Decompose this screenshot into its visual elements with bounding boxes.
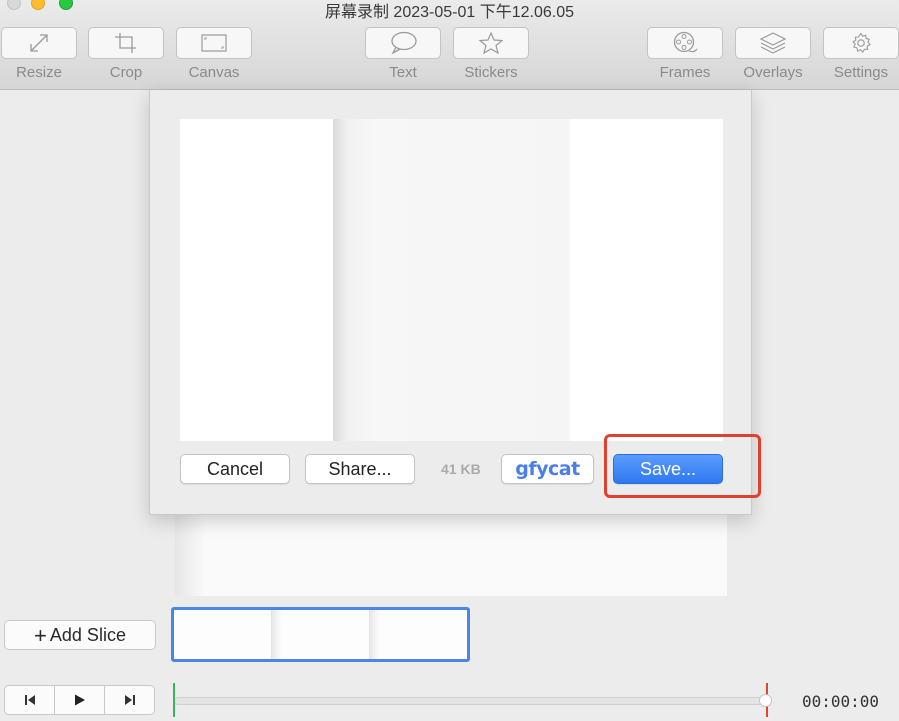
playback-controls [4,685,155,715]
stickers-icon [479,32,503,54]
playhead-knob[interactable] [759,694,772,707]
toolbar-overlays[interactable]: Overlays [734,27,812,81]
toolbar-canvas[interactable]: Canvas [175,27,253,81]
timeline-scrubber[interactable] [172,683,772,717]
save-highlight-annotation [604,434,761,498]
canvas-icon [201,34,227,52]
overlays-label: Overlays [743,64,803,81]
timecode-display: 00:00:00 [802,692,880,711]
text-icon [391,31,417,55]
gfycat-upload-button[interactable]: gfycat [501,454,594,484]
resize-button[interactable] [1,27,77,59]
plus-icon: + [34,623,47,648]
slice-thumbnail[interactable] [174,610,272,659]
text-button[interactable] [365,27,441,59]
add-slice-label: Add Slice [49,625,126,645]
canvas-label: Canvas [188,64,240,81]
skip-back-button[interactable] [5,686,55,714]
frames-button[interactable] [647,27,723,59]
title-toolbar: 屏幕录制 2023-05-01 下午12.06.05 Resize Crop C… [0,0,899,90]
frames-label: Frames [659,64,711,81]
toolbar-resize[interactable]: Resize [0,27,78,81]
frames-icon [673,31,698,53]
editor-canvas-preview [175,514,727,596]
timeline-track[interactable] [174,697,766,705]
overlays-icon [759,32,787,54]
crop-icon [115,33,136,53]
gfycat-logo: gfycat [515,458,580,480]
toolbar-text[interactable]: Text [364,27,442,81]
file-size-label: 41 KB [441,461,481,477]
stickers-label: Stickers [464,64,518,81]
preview-frame-content [333,119,570,441]
skip-back-icon [24,695,35,705]
skip-forward-icon [124,695,135,705]
toolbar-stickers[interactable]: Stickers [452,27,530,81]
slice-strip[interactable] [171,607,470,662]
overlays-button[interactable] [735,27,811,59]
canvas-button[interactable] [176,27,252,59]
settings-label: Settings [833,64,889,81]
resize-icon [30,34,48,52]
cancel-button[interactable]: Cancel [180,454,290,484]
text-label: Text [389,64,417,81]
toolbar-frames[interactable]: Frames [646,27,724,81]
slice-thumbnail[interactable] [272,610,370,659]
crop-label: Crop [109,64,143,81]
skip-forward-button[interactable] [105,686,154,714]
toolbar-crop[interactable]: Crop [87,27,165,81]
play-icon [74,694,85,706]
export-preview [180,119,723,441]
add-slice-button[interactable]: + Add Slice [4,620,156,650]
window-title: 屏幕录制 2023-05-01 下午12.06.05 [324,4,575,21]
slice-thumbnail[interactable] [370,610,467,659]
share-button[interactable]: Share... [305,454,415,484]
crop-button[interactable] [88,27,164,59]
stickers-button[interactable] [453,27,529,59]
play-button[interactable] [55,686,105,714]
trim-start-handle[interactable] [173,683,175,717]
settings-icon [852,32,871,54]
settings-button[interactable] [823,27,899,59]
toolbar-settings[interactable]: Settings [822,27,899,81]
resize-label: Resize [16,64,62,81]
